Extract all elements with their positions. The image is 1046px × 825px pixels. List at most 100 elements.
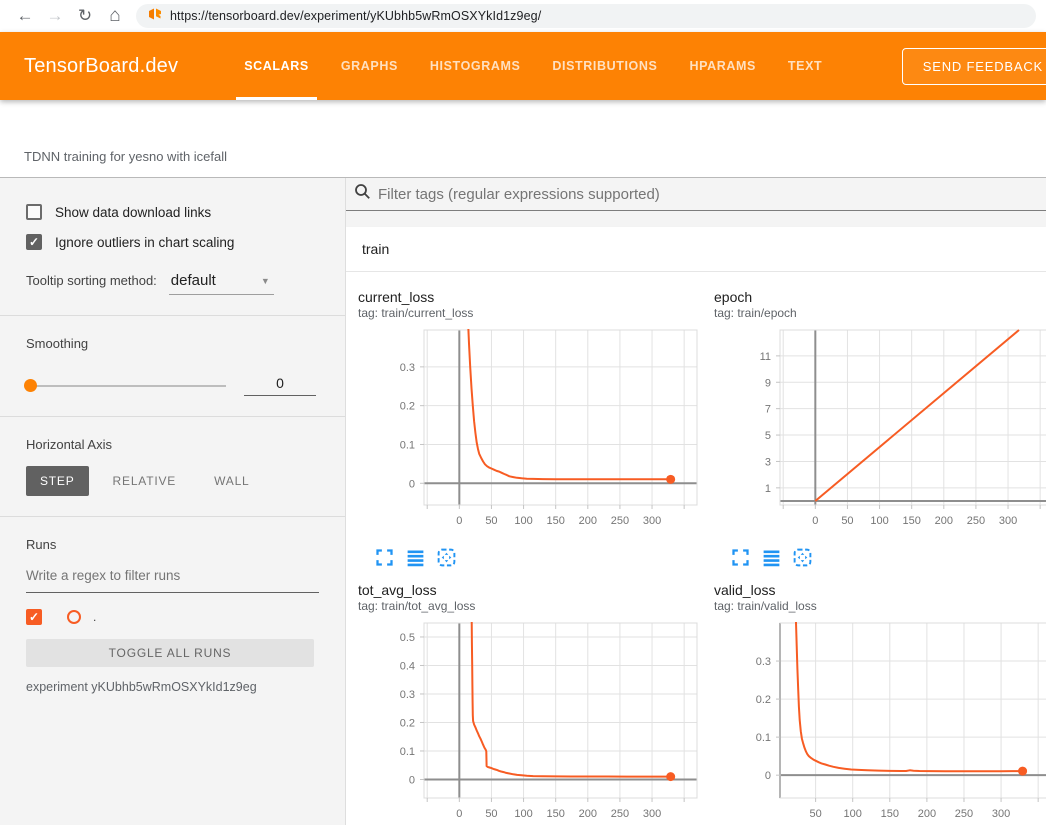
chart-card-epoch: epoch tag: train/epoch 05010015020025030… <box>706 289 1046 568</box>
expand-chart-button[interactable] <box>374 547 395 568</box>
fit-domain-button[interactable] <box>792 547 813 568</box>
svg-text:50: 50 <box>485 515 497 527</box>
run-checkbox[interactable]: ✓ <box>26 609 42 625</box>
chart-title: tot_avg_loss <box>358 582 698 599</box>
svg-text:0.3: 0.3 <box>400 689 415 701</box>
axis-relative-button[interactable]: RELATIVE <box>99 466 191 496</box>
svg-text:150: 150 <box>547 515 565 527</box>
svg-text:0.1: 0.1 <box>400 746 415 758</box>
svg-text:5: 5 <box>765 430 771 442</box>
svg-text:200: 200 <box>935 515 953 527</box>
svg-text:9: 9 <box>765 377 771 389</box>
svg-text:100: 100 <box>514 808 532 820</box>
chart-card-tot-avg-loss: tot_avg_loss tag: train/tot_avg_loss 0 50… <box>350 582 698 825</box>
fit-data-icon <box>436 547 457 568</box>
svg-text:1: 1 <box>765 483 771 495</box>
tab-scalars[interactable]: SCALARS <box>228 32 325 100</box>
svg-text:300: 300 <box>643 515 661 527</box>
svg-text:0: 0 <box>812 515 818 527</box>
divider <box>0 315 345 316</box>
flatten-chart-button[interactable] <box>405 547 426 568</box>
svg-text:100: 100 <box>870 515 888 527</box>
svg-text:200: 200 <box>579 515 597 527</box>
svg-text:0: 0 <box>456 808 462 820</box>
axis-wall-button[interactable]: WALL <box>200 466 263 496</box>
smoothing-slider[interactable] <box>26 385 226 387</box>
divider <box>0 416 345 417</box>
send-feedback-button[interactable]: SEND FEEDBACK <box>902 48 1046 85</box>
svg-text:0.4: 0.4 <box>400 660 415 672</box>
runs-regex-input[interactable]: Write a regex to filter runs <box>26 568 319 593</box>
run-color-swatch[interactable] <box>67 610 81 624</box>
chart-title: epoch <box>714 289 1046 306</box>
horizontal-axis-label: Horizontal Axis <box>26 437 345 452</box>
tab-distributions[interactable]: DISTRIBUTIONS <box>536 32 673 100</box>
svg-text:0: 0 <box>409 774 415 786</box>
chart-card-current-loss: current_loss tag: train/current_loss 050… <box>350 289 698 568</box>
run-name: . <box>93 610 96 624</box>
chart-card-valid-loss: valid_loss tag: train/valid_loss 5010015… <box>706 582 1046 825</box>
svg-text:0.1: 0.1 <box>756 732 771 744</box>
svg-text:0: 0 <box>765 770 771 782</box>
svg-text:150: 150 <box>903 515 921 527</box>
filter-tags-input[interactable]: Filter tags (regular expressions support… <box>346 178 1046 211</box>
line-chart-tot-avg-loss[interactable]: 05010015020025030000.10.20.30.40.5 <box>350 620 698 825</box>
toggle-all-runs-button[interactable]: TOGGLE ALL RUNS <box>26 639 314 667</box>
svg-text:100: 100 <box>514 515 532 527</box>
svg-text:0.3: 0.3 <box>400 362 415 374</box>
tab-histograms[interactable]: HISTOGRAMS <box>414 32 537 100</box>
svg-text:300: 300 <box>643 808 661 820</box>
tab-hparams[interactable]: HPARAMS <box>673 32 771 100</box>
fit-domain-button[interactable] <box>436 547 457 568</box>
charts-grid: current_loss tag: train/current_loss 050… <box>346 272 1046 825</box>
svg-text:250: 250 <box>967 515 985 527</box>
svg-text:7: 7 <box>765 404 771 416</box>
address-bar[interactable]: https://tensorboard.dev/experiment/yKUbh… <box>136 4 1036 28</box>
ignore-outliers-label: Ignore outliers in chart scaling <box>55 235 234 250</box>
svg-text:50: 50 <box>485 808 497 820</box>
chart-tag: tag: train/epoch <box>714 306 1046 321</box>
svg-text:0.5: 0.5 <box>400 632 415 644</box>
fit-data-icon <box>792 547 813 568</box>
tab-graphs[interactable]: GRAPHS <box>325 32 414 100</box>
expand-chart-button[interactable] <box>730 547 751 568</box>
svg-text:0.1: 0.1 <box>400 439 415 451</box>
experiment-id-caption: experiment yKUbhb5wRmOSXYkId1z9eg <box>26 680 345 694</box>
svg-text:0.2: 0.2 <box>400 717 415 729</box>
show-download-links-checkbox[interactable] <box>26 204 42 220</box>
tab-text[interactable]: TEXT <box>772 32 838 100</box>
ignore-outliers-checkbox[interactable]: ✓ <box>26 234 42 250</box>
svg-text:200: 200 <box>579 808 597 820</box>
svg-text:250: 250 <box>611 808 629 820</box>
svg-text:0.3: 0.3 <box>756 656 771 668</box>
smoothing-value-input[interactable]: 0 <box>244 375 316 396</box>
app-logo: TensorBoard.dev <box>24 55 178 78</box>
scalars-main: Filter tags (regular expressions support… <box>346 178 1046 825</box>
home-icon[interactable]: ⌂ <box>100 1 130 31</box>
search-icon <box>354 183 371 205</box>
line-chart-epoch[interactable]: 0501001502002503001357911 <box>706 327 1046 539</box>
show-download-links-label: Show data download links <box>55 205 211 220</box>
axis-step-button[interactable]: STEP <box>26 466 89 496</box>
line-chart-valid-loss[interactable]: 5010015020025030000.10.20.3 <box>706 620 1046 825</box>
forward-icon[interactable]: → <box>40 1 70 31</box>
back-icon[interactable]: ← <box>10 1 40 31</box>
runs-label: Runs <box>26 537 345 552</box>
chart-actions <box>374 547 698 568</box>
flatten-chart-button[interactable] <box>761 547 782 568</box>
svg-text:300: 300 <box>999 515 1017 527</box>
reload-icon[interactable]: ↻ <box>70 1 100 31</box>
flatten-icon <box>761 547 782 568</box>
chevron-down-icon: ▼ <box>261 276 270 286</box>
tooltip-sorting-label: Tooltip sorting method: <box>26 273 157 288</box>
line-chart-current-loss[interactable]: 05010015020025030000.10.20.3 <box>350 327 698 539</box>
svg-text:300: 300 <box>992 808 1010 820</box>
smoothing-slider-thumb[interactable] <box>24 379 37 392</box>
tag-group-header[interactable]: train <box>346 227 1046 272</box>
svg-text:0: 0 <box>409 478 415 490</box>
run-list-item: ✓ . <box>26 609 345 625</box>
svg-text:250: 250 <box>955 808 973 820</box>
chart-tag: tag: train/tot_avg_loss <box>358 599 698 614</box>
tooltip-sorting-dropdown[interactable]: default ▼ <box>169 272 274 295</box>
svg-text:250: 250 <box>611 515 629 527</box>
